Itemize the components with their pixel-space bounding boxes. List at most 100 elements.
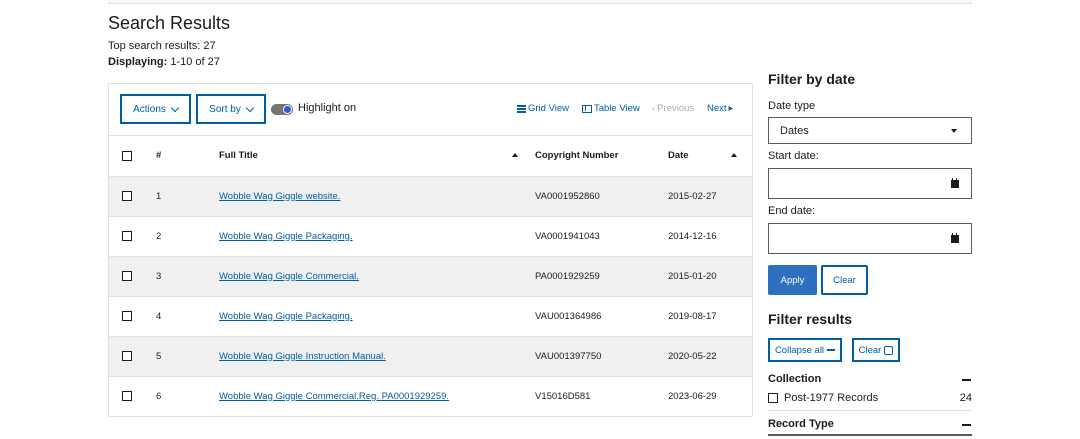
collapse-minus-icon[interactable]: [962, 424, 971, 426]
date-type-value: Dates: [780, 124, 809, 137]
row-number: 5: [156, 350, 162, 362]
start-date-input[interactable]: [768, 168, 972, 199]
chevron-down-icon: [245, 103, 255, 112]
copyright-number: V15016D581: [535, 390, 591, 402]
table-icon: [582, 104, 592, 113]
filter-results-heading: Filter results: [768, 311, 853, 327]
sort-asc-icon: [731, 153, 737, 157]
previous-link[interactable]: ‹ Previous: [652, 103, 694, 114]
table-row: 3 Wobble Wag Giggle Commercial. PA000192…: [109, 256, 752, 296]
table-row: 5 Wobble Wag Giggle Instruction Manual. …: [109, 336, 752, 376]
date-type-select[interactable]: Dates: [768, 117, 972, 144]
record-type-section-title[interactable]: Record Type: [768, 418, 834, 430]
date-cell: 2014-12-16: [668, 230, 717, 242]
top-divider: [108, 0, 972, 4]
divider: [768, 434, 972, 436]
title-link[interactable]: Wobble Wag Giggle Packaging.: [219, 311, 353, 322]
refresh-icon: [884, 345, 894, 355]
row-checkbox[interactable]: [122, 190, 132, 201]
previous-label: Previous: [657, 103, 695, 114]
table-row: 1 Wobble Wag Giggle website. VA000195286…: [109, 176, 752, 216]
calendar-icon[interactable]: [951, 233, 959, 243]
facet-checkbox[interactable]: [768, 393, 778, 403]
title-link[interactable]: Wobble Wag Giggle Commercial.: [219, 271, 359, 282]
actions-button[interactable]: Actions: [120, 94, 191, 124]
copyright-number: VAU001364986: [535, 310, 602, 322]
actions-label: Actions: [133, 103, 166, 115]
date-type-label: Date type: [768, 100, 816, 112]
sort-by-button[interactable]: Sort by: [196, 94, 266, 124]
row-number: 2: [156, 230, 162, 242]
collapse-all-button[interactable]: Collapse all: [768, 338, 842, 362]
caret-down-icon: [951, 129, 957, 133]
title-link[interactable]: Wobble Wag Giggle Commercial.Reg. PA0001…: [219, 391, 449, 402]
end-date-input[interactable]: [768, 223, 972, 254]
title-link[interactable]: Wobble Wag Giggle website.: [219, 191, 340, 202]
sort-asc-icon: [512, 153, 518, 157]
row-checkbox[interactable]: [122, 270, 132, 281]
facet-count: 24: [959, 392, 972, 404]
date-cell: 2015-02-27: [668, 190, 717, 202]
collapse-minus-icon[interactable]: [962, 379, 971, 381]
displaying-label: Displaying:: [108, 56, 168, 68]
row-number: 4: [156, 310, 162, 322]
date-cell: 2015-01-20: [668, 270, 717, 282]
filter-by-date-heading: Filter by date: [768, 71, 856, 87]
chevron-right-icon: ▸: [728, 103, 734, 114]
collection-section-title[interactable]: Collection: [768, 373, 821, 385]
results-panel: Actions Sort by Highlight on Grid View T…: [108, 83, 753, 417]
row-checkbox[interactable]: [122, 310, 132, 321]
header-full-title[interactable]: Full Title: [208, 136, 535, 176]
end-date-label: End date:: [768, 205, 816, 217]
row-checkbox[interactable]: [122, 350, 132, 361]
date-cell: 2023-06-29: [668, 390, 717, 402]
displaying-range: Displaying: 1-10 of 27: [108, 56, 220, 68]
chevron-left-icon: ‹: [652, 103, 656, 114]
highlight-toggle[interactable]: [271, 104, 293, 115]
highlight-label: Highlight on: [298, 102, 357, 114]
row-number: 3: [156, 270, 162, 282]
header-copyright-number[interactable]: Copyright Number: [535, 136, 668, 176]
calendar-icon[interactable]: [951, 178, 959, 188]
date-cell: 2020-05-22: [668, 350, 717, 362]
select-all-checkbox[interactable]: [122, 150, 132, 161]
start-date-label: Start date:: [768, 150, 819, 162]
clear-filters-button[interactable]: Clear: [852, 338, 900, 362]
divider: [768, 410, 972, 411]
sort-by-label: Sort by: [209, 103, 241, 115]
table-view-link[interactable]: Table View: [582, 103, 640, 114]
clear-date-button[interactable]: Clear: [821, 265, 868, 295]
table-row: 2 Wobble Wag Giggle Packaging. VA0001941…: [109, 216, 752, 256]
select-all-cell: [109, 136, 147, 176]
header-number: #: [156, 150, 162, 162]
header-date-label: Date: [668, 150, 689, 162]
title-link[interactable]: Wobble Wag Giggle Packaging.: [219, 231, 353, 242]
date-cell: 2019-08-17: [668, 310, 717, 322]
results-table: # Full Title Copyright Number Date 1 Wob…: [109, 136, 752, 416]
header-date[interactable]: Date: [668, 136, 752, 176]
row-number: 1: [156, 190, 162, 202]
header-full-title-label: Full Title: [219, 150, 258, 162]
table-header-row: # Full Title Copyright Number Date: [109, 136, 752, 176]
next-link[interactable]: Next ▸: [707, 103, 733, 114]
next-label: Next: [707, 103, 727, 114]
table-row: 6 Wobble Wag Giggle Commercial.Reg. PA00…: [109, 376, 752, 416]
title-link[interactable]: Wobble Wag Giggle Instruction Manual.: [219, 351, 386, 362]
copyright-number: PA0001929259: [535, 270, 600, 282]
copyright-number: VA0001941043: [535, 230, 600, 242]
minus-icon: [827, 349, 836, 351]
clear-filters-label: Clear: [858, 344, 882, 356]
list-icon: [517, 104, 526, 113]
grid-view-label: Grid View: [528, 103, 570, 114]
chevron-down-icon: [170, 103, 180, 112]
displaying-value: 1-10 of 27: [167, 56, 220, 68]
row-checkbox[interactable]: [122, 230, 132, 241]
facet-item[interactable]: Post-1977 Records 24: [768, 391, 972, 405]
toggle-knob: [283, 105, 292, 114]
collapse-all-label: Collapse all: [774, 344, 825, 356]
apply-button[interactable]: Apply: [768, 265, 817, 295]
row-checkbox[interactable]: [122, 391, 132, 402]
row-number: 6: [156, 390, 162, 402]
grid-view-link[interactable]: Grid View: [517, 103, 569, 114]
results-toolbar: Actions Sort by Highlight on Grid View T…: [109, 84, 752, 136]
